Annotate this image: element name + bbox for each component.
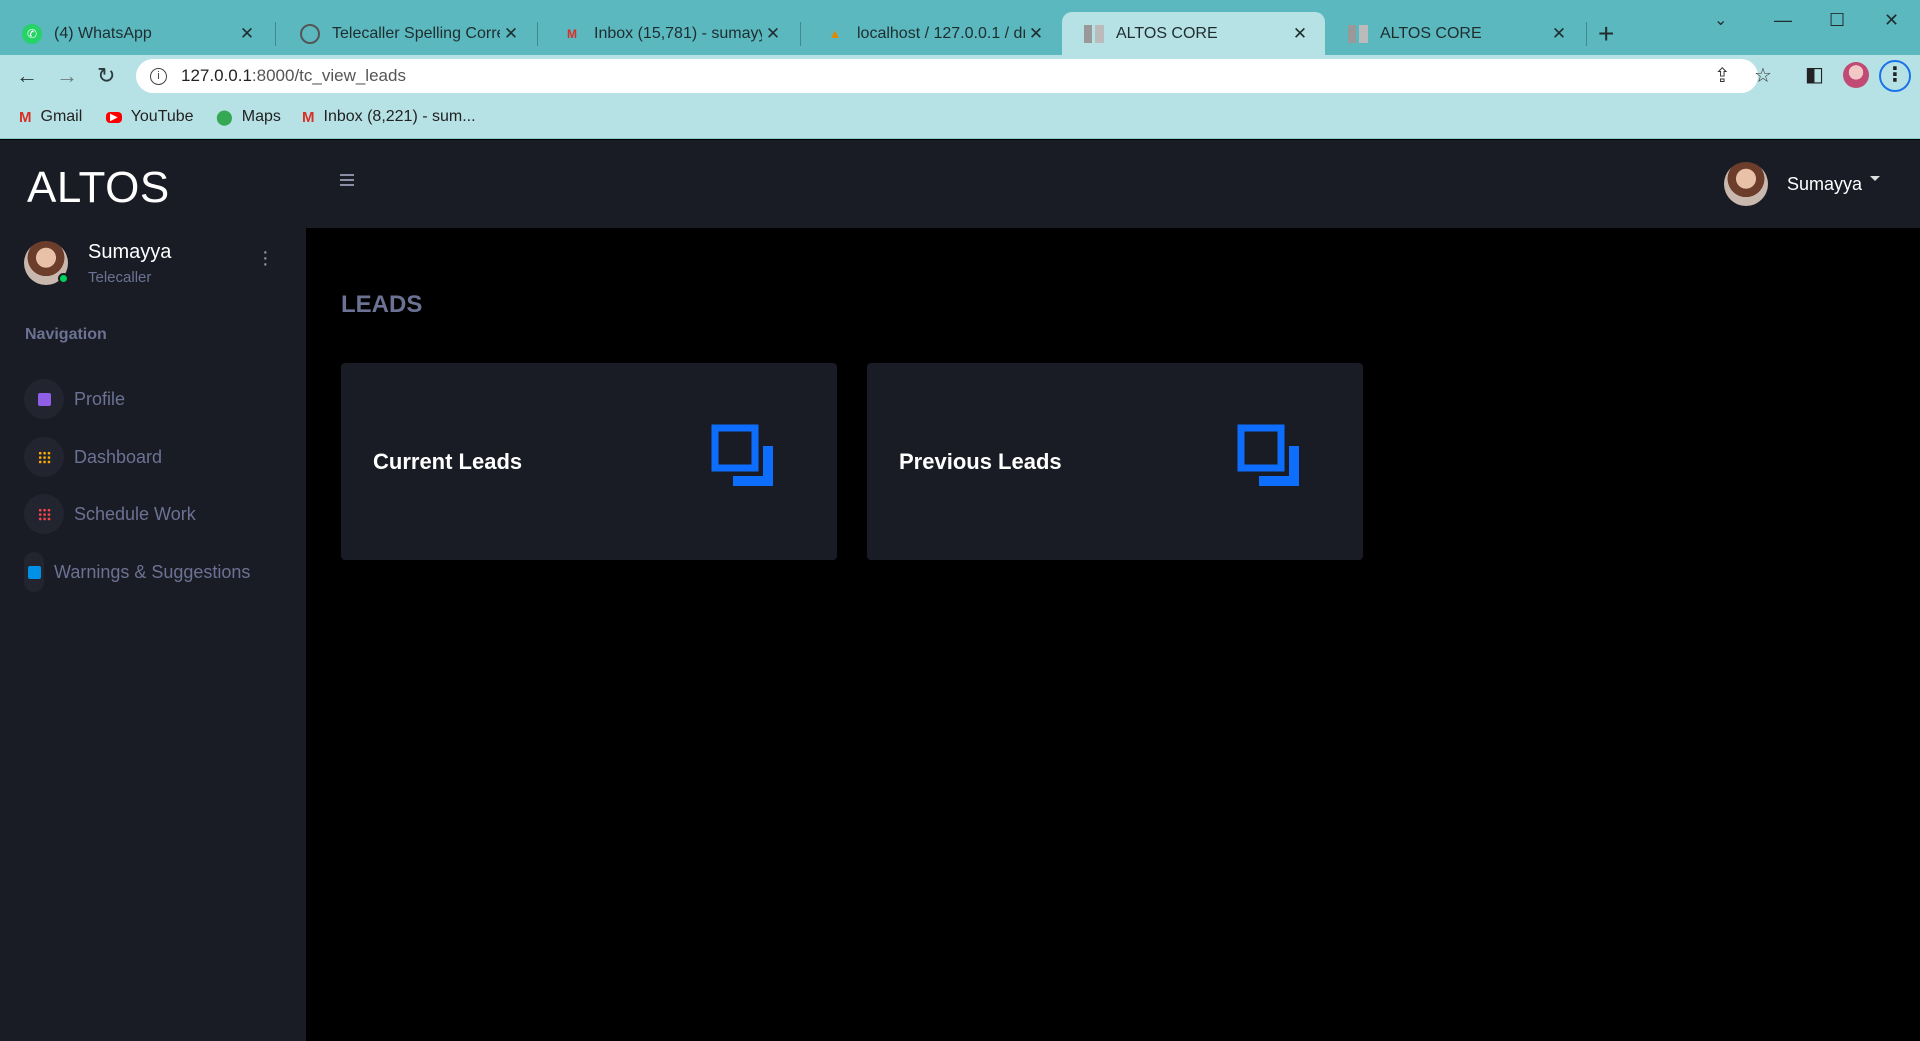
browser-menu-icon[interactable]: ⋮ <box>1879 60 1911 92</box>
profile-icon <box>37 392 51 406</box>
avatar[interactable] <box>1724 162 1768 206</box>
address-bar[interactable]: i 127.0.0.1:8000/tc_view_leads <box>136 59 1758 93</box>
tab-title: localhost / 127.0.0.1 / dmr / <box>857 24 1025 42</box>
bookmark-youtube[interactable]: ▶ YouTube <box>106 108 194 126</box>
gmail-icon: M <box>19 108 32 126</box>
bookmark-gmail-inbox[interactable]: M Inbox (8,221) - sum... <box>302 108 476 126</box>
new-tab-button[interactable]: + <box>1598 18 1614 50</box>
avatar <box>24 241 69 285</box>
chatgpt-icon <box>300 23 320 44</box>
card-label: Previous Leads <box>899 449 1062 474</box>
sidebar: ALTOS Sumayya Telecaller · · · Navigation … <box>0 140 306 1041</box>
phpmyadmin-icon: ▲ <box>828 26 842 41</box>
site-info-icon[interactable]: i <box>150 67 167 85</box>
gmail-icon: M <box>567 26 577 41</box>
sidebar-item-dashboard[interactable]: Dashboard <box>24 435 162 479</box>
tab-altos-core[interactable]: ALTOS CORE ✕ <box>1326 12 1584 55</box>
main-content: LEADS Current Leads Previous Leads <box>306 228 1920 1041</box>
current-leads-card[interactable]: Current Leads <box>341 363 837 560</box>
bookmark-gmail[interactable]: M Gmail <box>19 108 82 126</box>
tab-title: ALTOS CORE <box>1116 24 1218 42</box>
nav-heading: Navigation <box>25 326 107 343</box>
profile-name: Sumayya <box>88 241 172 263</box>
bookmark-label: Inbox (8,221) - sum... <box>323 108 476 125</box>
tab-title: ALTOS CORE <box>1380 24 1482 42</box>
browser-toolbar: ← → ↻ i 127.0.0.1:8000/tc_view_leads ⇪ ☆… <box>0 55 1920 97</box>
brand-logo[interactable]: ALTOS <box>27 163 170 213</box>
bookmark-label: Gmail <box>40 108 83 125</box>
maximize-icon[interactable]: ☐ <box>1829 10 1845 31</box>
more-options-icon[interactable]: · · · <box>262 242 269 274</box>
bookmark-maps[interactable]: ⬤ Maps <box>216 108 281 126</box>
browser-profile-avatar[interactable] <box>1843 62 1869 88</box>
browser-tab-bar: ✆ (4) WhatsApp ✕ Telecaller Spelling Cor… <box>0 0 1920 55</box>
sidebar-profile: Sumayya Telecaller · · · <box>24 241 294 297</box>
tab-phpmyadmin[interactable]: ▲ localhost / 127.0.0.1 / dmr / ✕ <box>803 12 1061 55</box>
side-panel-icon[interactable]: ◧ <box>1805 62 1824 87</box>
close-icon[interactable]: ✕ <box>1548 24 1570 44</box>
profile-role: Telecaller <box>88 269 152 286</box>
bookmark-label: YouTube <box>130 108 194 125</box>
window-close-icon[interactable]: ✕ <box>1884 10 1899 31</box>
card-label: Current Leads <box>373 449 523 474</box>
gmail-icon: M <box>302 108 315 126</box>
warnings-icon <box>27 565 41 579</box>
bookmark-label: Maps <box>241 108 281 125</box>
tab-title: Inbox (15,781) - sumayyasa <box>594 24 762 42</box>
close-icon[interactable]: ✕ <box>1025 24 1047 44</box>
previous-leads-card[interactable]: Previous Leads <box>867 363 1363 560</box>
tab-gmail-inbox[interactable]: M Inbox (15,781) - sumayyasa ✕ <box>540 12 798 55</box>
minimize-icon[interactable]: — <box>1774 10 1792 31</box>
altos-icon <box>1348 24 1368 43</box>
share-icon[interactable]: ⇪ <box>1714 63 1731 88</box>
close-icon[interactable]: ✕ <box>500 24 522 44</box>
copy-icon <box>711 424 773 486</box>
menu-toggle-icon[interactable] <box>340 174 354 189</box>
whatsapp-icon: ✆ <box>22 23 42 44</box>
top-navbar: Sumayya <box>306 140 1920 228</box>
page-title: LEADS <box>341 291 423 318</box>
sidebar-item-label: Schedule Work <box>74 503 196 524</box>
close-icon[interactable]: ✕ <box>762 24 784 44</box>
dashboard-icon <box>37 450 51 464</box>
user-menu[interactable]: Sumayya <box>1787 174 1862 195</box>
tab-chatgpt[interactable]: Telecaller Spelling Corrected ✕ <box>278 12 536 55</box>
bookmarks-bar: M Gmail ▶ YouTube ⬤ Maps M Inbox (8,221)… <box>0 97 1920 139</box>
reload-icon[interactable]: ↻ <box>97 63 115 89</box>
chevron-down-icon[interactable] <box>1870 176 1880 181</box>
tab-title: Telecaller Spelling Corrected <box>332 24 500 42</box>
sidebar-item-schedule-work[interactable]: Schedule Work <box>24 492 196 536</box>
tab-altos-core-active[interactable]: ALTOS CORE ✕ <box>1062 12 1325 55</box>
altos-icon <box>1084 24 1104 43</box>
forward-arrow-icon[interactable]: → <box>56 63 78 89</box>
online-status-dot <box>58 273 69 284</box>
tab-search-icon[interactable]: ⌄ <box>1714 10 1727 30</box>
sidebar-item-profile[interactable]: Profile <box>24 377 125 421</box>
youtube-icon: ▶ <box>106 111 122 123</box>
sidebar-item-label: Warnings & Suggestions <box>54 561 251 582</box>
copy-icon <box>1237 424 1299 486</box>
maps-icon: ⬤ <box>216 109 233 126</box>
sidebar-item-label: Dashboard <box>74 446 163 467</box>
tab-title: (4) WhatsApp <box>54 24 152 42</box>
close-icon[interactable]: ✕ <box>236 24 258 44</box>
close-icon[interactable]: ✕ <box>1289 24 1311 44</box>
altos-app: ALTOS Sumayya Telecaller · · · Navigation … <box>0 140 1920 1041</box>
sidebar-item-warnings[interactable]: Warnings & Suggestions <box>24 550 250 594</box>
back-arrow-icon[interactable]: ← <box>16 63 38 89</box>
sidebar-item-label: Profile <box>74 388 126 409</box>
bookmark-star-icon[interactable]: ☆ <box>1754 63 1772 88</box>
tab-whatsapp[interactable]: ✆ (4) WhatsApp ✕ <box>0 12 272 55</box>
url-text[interactable]: 127.0.0.1:8000/tc_view_leads <box>181 66 406 86</box>
schedule-icon <box>37 507 51 521</box>
